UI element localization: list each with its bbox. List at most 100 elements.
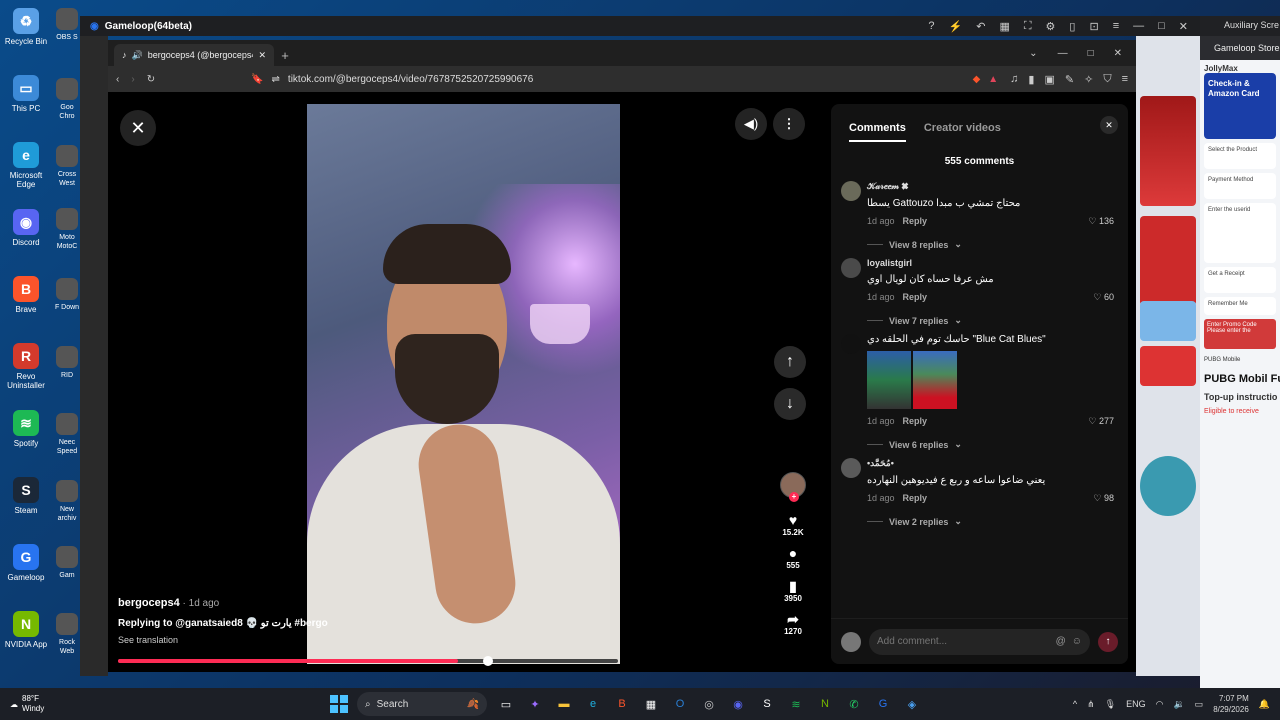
antivirus-icon[interactable]: ◎ — [699, 694, 719, 714]
aux-step-2[interactable]: Payment Method — [1204, 173, 1276, 199]
copilot-icon[interactable]: ✦ — [525, 694, 545, 714]
aux-step-1[interactable]: Select the Product — [1204, 143, 1276, 169]
caption-username[interactable]: bergoceps4 — [118, 597, 180, 609]
address-bar[interactable]: 🔖 ⇌ tiktok.com/@bergoceps4/video/7678752… — [167, 69, 998, 89]
gameloop-taskbar-icon[interactable]: G — [873, 694, 893, 714]
close-icon[interactable]: ✕ — [1179, 20, 1188, 33]
file-explorer-icon[interactable]: ▬ — [554, 694, 574, 714]
browser-menu-icon[interactable]: ≡ — [1122, 73, 1128, 86]
desktop-icon[interactable]: Moto MotoC — [52, 208, 82, 251]
audio-icon[interactable]: 🔊 — [132, 50, 143, 61]
forward-arrow-icon[interactable]: › — [131, 74, 134, 85]
tab-creator-videos[interactable]: Creator videos — [924, 122, 1001, 142]
desktop-icon[interactable]: ◉ Discord — [2, 209, 50, 247]
media-thumbnail[interactable] — [867, 351, 911, 409]
commenter-avatar[interactable] — [841, 181, 861, 201]
previous-video-button[interactable]: ↑ — [774, 346, 806, 378]
edge-taskbar-icon[interactable]: e — [583, 694, 603, 714]
brave-shields-icon[interactable]: ◆ — [973, 74, 981, 85]
desktop-icon[interactable]: e Microsoft Edge — [2, 142, 50, 189]
site-info-icon[interactable]: ⇌ — [272, 74, 280, 85]
comment-input-box[interactable]: @ ☺ — [869, 628, 1090, 655]
share-action[interactable]: ➦ 1270 — [776, 611, 810, 636]
emoji-icon[interactable]: ☺ — [1072, 636, 1082, 647]
url-text[interactable]: tiktok.com/@bergoceps4/video/76787525207… — [288, 74, 965, 85]
microphone-icon[interactable]: 🎙 — [1105, 699, 1116, 710]
close-comments-button[interactable]: ✕ — [1100, 116, 1118, 134]
desktop-icon[interactable]: Rock Web — [52, 613, 82, 656]
commenter-avatar[interactable] — [841, 458, 861, 478]
browser-maximize-icon[interactable]: □ — [1088, 48, 1094, 59]
view-replies-button[interactable]: View 2 replies ⌄ — [867, 516, 1128, 527]
heart-icon[interactable]: ♥ — [776, 512, 810, 528]
wifi-icon[interactable]: ◠ — [1156, 699, 1164, 710]
leo-icon[interactable]: ✧ — [1084, 73, 1093, 86]
media-icon[interactable]: ♫ — [1010, 73, 1018, 86]
vpn-icon[interactable]: ⛉ — [1103, 73, 1111, 86]
aux-promo-banner[interactable]: Check-in & Amazon Card — [1204, 73, 1276, 139]
spotify-taskbar-icon[interactable]: ≋ — [786, 694, 806, 714]
reply-button[interactable]: Reply — [903, 416, 928, 426]
settings-icon[interactable]: ⚙ — [1046, 20, 1056, 33]
weather-widget[interactable]: ☁ 88°F Windy — [0, 694, 120, 714]
send-comment-button[interactable]: ↑ — [1098, 631, 1118, 652]
comment-icon[interactable]: ● — [776, 545, 810, 561]
network-icon[interactable]: ⋔ — [1087, 699, 1095, 710]
brave-taskbar-icon[interactable]: B — [612, 694, 632, 714]
desktop-icon[interactable]: Cross West — [52, 145, 82, 188]
desktop-icon[interactable]: ▭ This PC — [2, 75, 50, 113]
menu-icon[interactable]: ≡ — [1113, 20, 1119, 33]
speaker-icon[interactable]: 🔉 — [1173, 699, 1184, 710]
browser-tab-tiktok[interactable]: ♪ 🔊 bergoceps4 (@bergoceps4) | ✕ — [114, 44, 274, 66]
reply-button[interactable]: Reply — [903, 292, 928, 302]
view-replies-button[interactable]: View 6 replies ⌄ — [867, 439, 1128, 450]
desktop-icon[interactable]: New archiv — [52, 480, 82, 523]
desktop-icon[interactable]: ≋ Spotify — [2, 410, 50, 448]
commenter-name[interactable]: •مُحَمَّد• — [867, 458, 1128, 469]
video-progress-bar[interactable] — [118, 656, 618, 666]
maximize-icon[interactable]: □ — [1158, 20, 1165, 33]
gameloop-store-taskbar-icon[interactable]: ◈ — [902, 694, 922, 714]
desktop-icon[interactable]: S Steam — [2, 477, 50, 515]
aux-store-tab[interactable]: Gameloop Store — [1200, 36, 1280, 60]
comment-like[interactable]: ♡ 136 — [1088, 216, 1114, 227]
next-video-button[interactable]: ↓ — [774, 388, 806, 420]
commenter-name[interactable]: 𝒦𝒶𝓇𝑒𝑒𝓂 ✖ — [867, 181, 1128, 192]
caption-reply-text[interactable]: Replying to @ganatsaied8 💀 يارت تو #berg… — [118, 618, 478, 629]
desktop-icon[interactable]: Gam — [52, 546, 82, 580]
aux-remember-me[interactable]: Remember Me — [1204, 297, 1276, 315]
tray-expand-icon[interactable]: ^ — [1073, 699, 1077, 709]
sidebar-toggle-icon[interactable]: ▮ — [1028, 73, 1034, 86]
nvidia-taskbar-icon[interactable]: N — [815, 694, 835, 714]
reply-button[interactable]: Reply — [903, 493, 928, 503]
desktop-icon[interactable]: R Revo Uninstaller — [2, 343, 50, 390]
comment-like[interactable]: ♡ 98 — [1093, 493, 1114, 504]
reply-button[interactable]: Reply — [903, 216, 928, 226]
progress-knob[interactable] — [483, 656, 493, 666]
desktop-icon[interactable]: RID — [52, 346, 82, 380]
desktop-icon[interactable]: ♻ Recycle Bin — [2, 8, 50, 46]
tab-comments[interactable]: Comments — [849, 122, 906, 142]
view-replies-button[interactable]: View 8 replies ⌄ — [867, 239, 1128, 250]
desktop-icon[interactable]: N NVIDIA App — [2, 611, 50, 649]
discord-taskbar-icon[interactable]: ◉ — [728, 694, 748, 714]
clock[interactable]: 7:07 PM 8/29/2026 — [1213, 693, 1249, 715]
share-icon[interactable]: ➦ — [776, 611, 810, 627]
game-thumbnail-car[interactable] — [1140, 96, 1196, 206]
comment-like[interactable]: ♡ 277 — [1088, 416, 1114, 427]
new-tab-button[interactable]: + — [274, 44, 296, 66]
commenter-avatar[interactable] — [841, 258, 861, 278]
whatsapp-icon[interactable]: ✆ — [844, 694, 864, 714]
outlook-icon[interactable]: O — [670, 694, 690, 714]
help-icon[interactable]: ? — [928, 20, 934, 33]
boost-icon[interactable]: ⚡ — [949, 20, 963, 33]
save-action[interactable]: ▮ 3950 — [776, 578, 810, 603]
aux-promo-code[interactable]: Enter Promo Code Please enter the — [1204, 319, 1276, 349]
pin-icon[interactable]: ⊡ — [1089, 20, 1098, 33]
start-button[interactable] — [330, 695, 348, 713]
minimize-icon[interactable]: — — [1133, 20, 1144, 33]
sidebar-icon[interactable]: ▯ — [1069, 20, 1075, 33]
creator-avatar[interactable]: + — [780, 472, 806, 502]
tab-search-icon[interactable]: ⌄ — [1029, 48, 1037, 59]
aux-step-4[interactable]: Get a Receipt — [1204, 267, 1276, 293]
